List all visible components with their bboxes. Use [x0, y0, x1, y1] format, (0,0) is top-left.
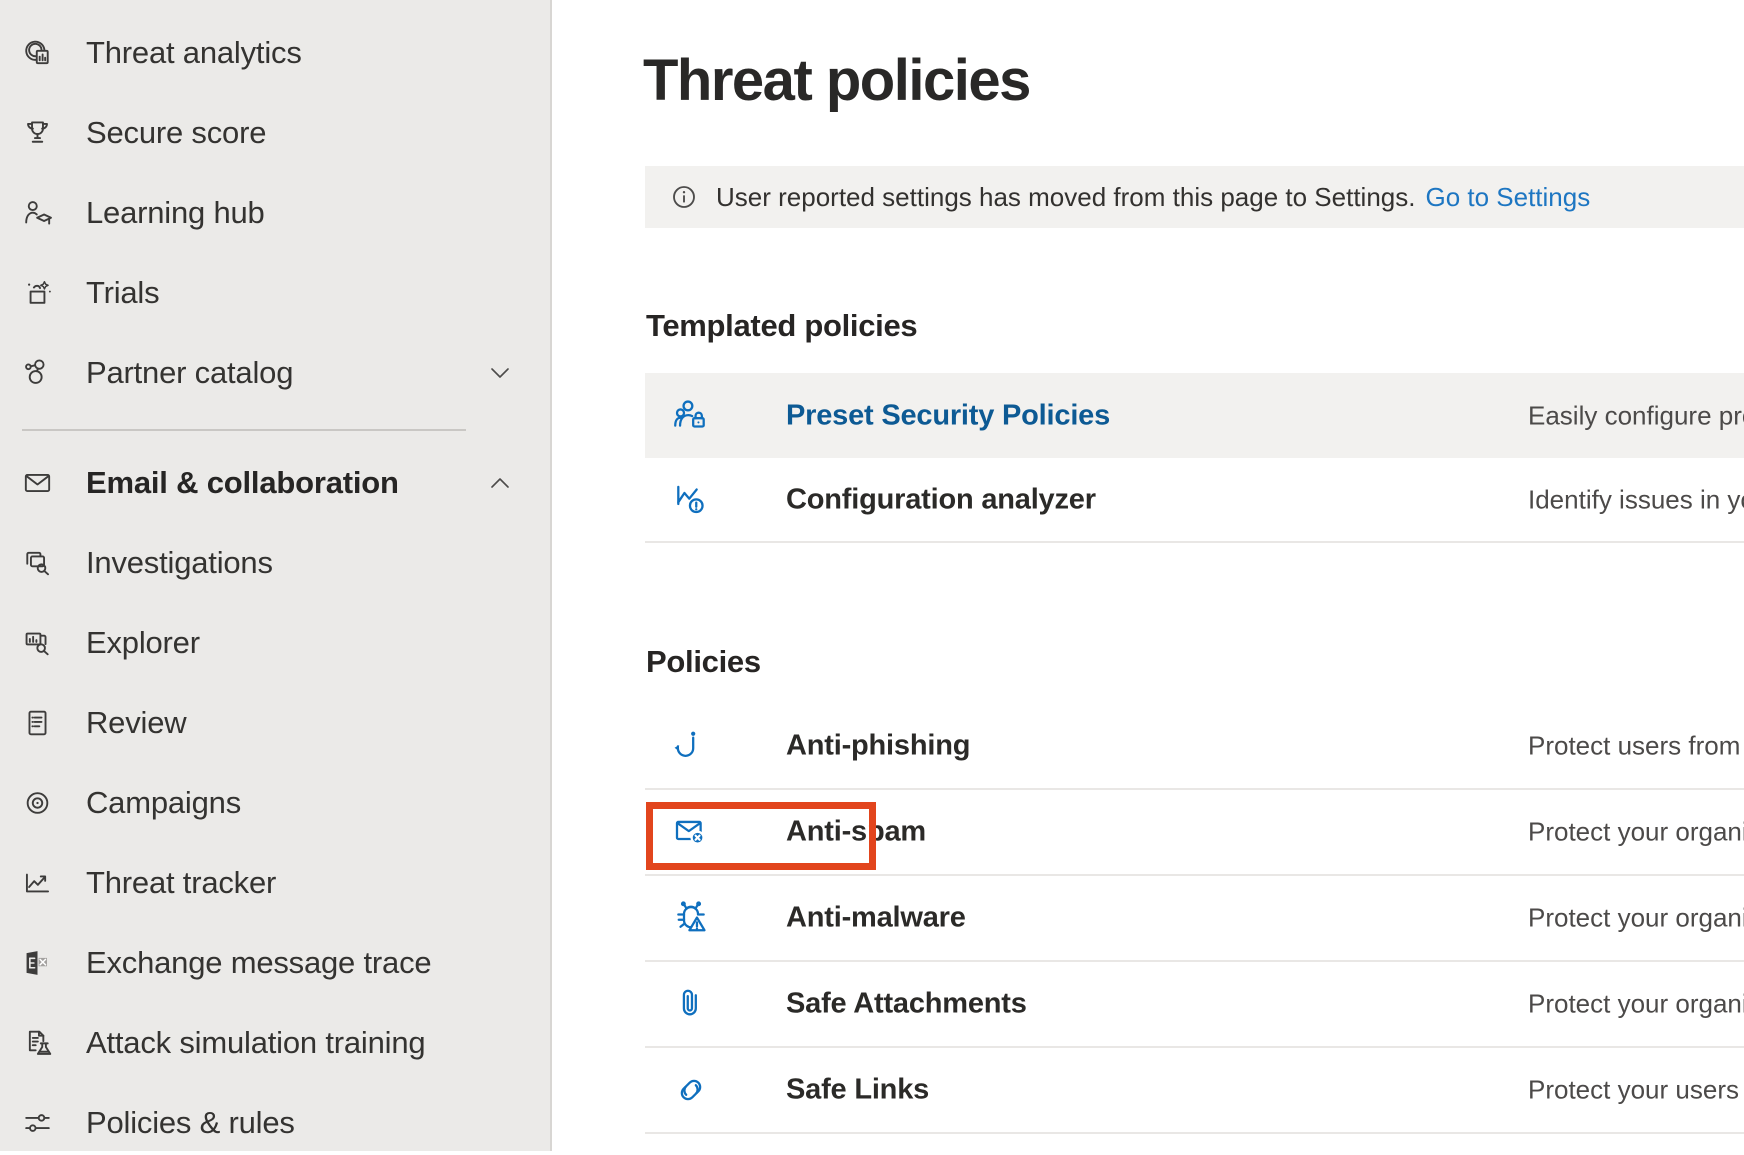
policy-row-anti-spam[interactable]: Anti-spam Protect your organiz	[645, 790, 1744, 876]
learning-hub-icon	[20, 196, 55, 231]
policy-row-label[interactable]: Configuration analyzer	[786, 483, 1096, 516]
section-heading-policies: Policies	[646, 646, 761, 677]
safe-links-icon	[670, 1069, 712, 1111]
go-to-settings-link[interactable]: Go to Settings	[1425, 182, 1590, 213]
sidebar-item-label: Threat tracker	[86, 865, 276, 901]
sidebar-item-label: Policies & rules	[86, 1105, 295, 1141]
mail-icon	[20, 466, 55, 501]
config-analyzer-icon	[670, 479, 712, 521]
partner-catalog-icon	[20, 356, 55, 391]
sidebar-item-secure-score[interactable]: Secure score	[0, 101, 550, 165]
policy-row-anti-malware[interactable]: Anti-malware Protect your organiz	[645, 876, 1744, 962]
policy-row-label[interactable]: Anti-malware	[786, 902, 966, 935]
templated-policies-list: Preset Security Policies Easily configure…	[645, 373, 1744, 543]
preset-security-icon	[670, 395, 712, 437]
policy-row-description: Identify issues in you	[1528, 484, 1744, 515]
sidebar-item-label: Trials	[86, 275, 159, 311]
policy-row-safe-attachments[interactable]: Safe Attachments Protect your organiz	[645, 962, 1744, 1048]
policy-row-label[interactable]: Safe Links	[786, 1074, 929, 1107]
policy-row-description: Easily configure prot	[1528, 400, 1744, 431]
sidebar-item-label: Explorer	[86, 625, 200, 661]
sidebar-item-trials[interactable]: Trials	[0, 261, 550, 325]
sidebar: Threat analytics Secure score Learning hub…	[0, 0, 552, 1151]
policy-row-label[interactable]: Safe Attachments	[786, 988, 1027, 1021]
sidebar-item-threat-tracker[interactable]: Threat tracker	[0, 851, 550, 915]
policy-row-description: Protect users from p	[1528, 731, 1744, 762]
secure-score-icon	[20, 116, 55, 151]
safe-attachments-icon	[670, 983, 712, 1025]
policy-row-description: Protect your users fr	[1528, 1075, 1744, 1106]
policy-row-preset-security-policies[interactable]: Preset Security Policies Easily configure…	[645, 373, 1744, 458]
policy-row-label[interactable]: Anti-phishing	[786, 730, 970, 763]
sidebar-item-label: Email & collaboration	[86, 465, 399, 501]
sidebar-item-learning-hub[interactable]: Learning hub	[0, 181, 550, 245]
policy-row-description: Protect your organiz	[1528, 989, 1744, 1020]
policy-row-safe-links[interactable]: Safe Links Protect your users fr	[645, 1048, 1744, 1134]
policy-row-label[interactable]: Preset Security Policies	[786, 399, 1110, 432]
sidebar-item-email-collaboration[interactable]: Email & collaboration	[0, 451, 550, 515]
policies-list: Anti-phishing Protect users from p Anti-sp…	[645, 704, 1744, 1134]
sidebar-item-policies-rules[interactable]: Policies & rules	[0, 1091, 550, 1155]
threat-analytics-icon	[20, 36, 55, 71]
campaigns-icon	[20, 786, 55, 821]
policy-row-label[interactable]: Anti-spam	[786, 816, 926, 849]
review-icon	[20, 706, 55, 741]
chevron-down-icon[interactable]	[484, 357, 516, 389]
sidebar-item-campaigns[interactable]: Campaigns	[0, 771, 550, 835]
attack-sim-icon	[20, 1026, 55, 1061]
anti-spam-icon	[670, 811, 712, 853]
sidebar-item-attack-simulation-training[interactable]: Attack simulation training	[0, 1011, 550, 1075]
policies-rules-icon	[20, 1106, 55, 1141]
anti-malware-icon	[670, 897, 712, 939]
sidebar-item-label: Campaigns	[86, 785, 241, 821]
info-icon	[668, 181, 700, 213]
page-title: Threat policies	[643, 52, 1030, 110]
sidebar-item-label: Partner catalog	[86, 355, 293, 391]
sidebar-item-label: Investigations	[86, 545, 273, 581]
policy-row-configuration-analyzer[interactable]: Configuration analyzer Identify issues in…	[645, 458, 1744, 543]
sidebar-item-label: Secure score	[86, 115, 266, 151]
sidebar-item-investigations[interactable]: Investigations	[0, 531, 550, 595]
explorer-icon	[20, 626, 55, 661]
sidebar-item-label: Exchange message trace	[86, 945, 431, 981]
exchange-icon	[20, 946, 55, 981]
sidebar-item-label: Review	[86, 705, 186, 741]
section-heading-templated-policies: Templated policies	[646, 310, 917, 341]
banner-text: User reported settings has moved from th…	[716, 182, 1415, 213]
sidebar-item-threat-analytics[interactable]: Threat analytics	[0, 21, 550, 85]
info-banner: User reported settings has moved from th…	[645, 166, 1744, 228]
sidebar-item-label: Attack simulation training	[86, 1025, 425, 1061]
sidebar-item-label: Learning hub	[86, 195, 265, 231]
policy-row-description: Protect your organiz	[1528, 817, 1744, 848]
sidebar-divider	[22, 429, 466, 431]
policy-row-anti-phishing[interactable]: Anti-phishing Protect users from p	[645, 704, 1744, 790]
threat-tracker-icon	[20, 866, 55, 901]
sidebar-item-exchange-message-trace[interactable]: Exchange message trace	[0, 931, 550, 995]
investigations-icon	[20, 546, 55, 581]
sidebar-item-label: Threat analytics	[86, 35, 302, 71]
trials-icon	[20, 276, 55, 311]
sidebar-item-partner-catalog[interactable]: Partner catalog	[0, 341, 550, 405]
anti-phishing-icon	[670, 725, 712, 767]
sidebar-item-explorer[interactable]: Explorer	[0, 611, 550, 675]
chevron-up-icon[interactable]	[484, 467, 516, 499]
policy-row-description: Protect your organiz	[1528, 903, 1744, 934]
sidebar-item-review[interactable]: Review	[0, 691, 550, 755]
